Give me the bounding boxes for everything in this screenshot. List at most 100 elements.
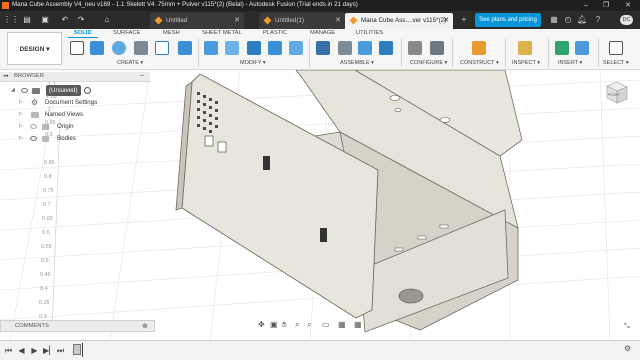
avatar[interactable]: DC bbox=[620, 15, 633, 25]
tab-sheet-metal[interactable]: SHEET METAL bbox=[202, 30, 242, 36]
timeline-back-icon[interactable]: ◀ bbox=[17, 345, 26, 356]
rigid-group-icon[interactable] bbox=[379, 41, 393, 55]
expand-arrow-icon[interactable]: ▷ bbox=[19, 121, 23, 132]
tab-plastic[interactable]: PLASTIC bbox=[263, 30, 287, 36]
file-menu-icon[interactable]: ▤ bbox=[20, 14, 34, 26]
zoom-icon[interactable]: ⌕ bbox=[295, 320, 299, 330]
viewcube[interactable]: FRONT bbox=[601, 78, 629, 106]
revolve-icon[interactable] bbox=[112, 41, 126, 55]
as-built-joint-icon[interactable] bbox=[358, 41, 372, 55]
fillet-icon[interactable] bbox=[225, 41, 239, 55]
tab-untitled-1[interactable]: Untitled(1) ✕ bbox=[259, 13, 345, 29]
tab-mana-cube-assembly[interactable]: Mana Cube Ass....ver v115*(2) ✕ bbox=[345, 13, 453, 29]
new-tab-icon[interactable]: + bbox=[458, 14, 470, 26]
pan-icon[interactable]: ✋︎ bbox=[282, 320, 287, 330]
construct-menu[interactable]: CONSTRUCT ▾ bbox=[460, 60, 499, 66]
pattern-icon[interactable] bbox=[155, 41, 169, 55]
minimize-button[interactable]: – bbox=[576, 0, 596, 11]
combine-icon[interactable] bbox=[289, 41, 303, 55]
insert-derive-icon[interactable] bbox=[555, 41, 569, 55]
visibility-icon[interactable] bbox=[21, 88, 28, 93]
timeline-forward-icon[interactable]: ▶▏ bbox=[43, 345, 55, 356]
grid-settings-icon[interactable]: ▦ bbox=[338, 320, 346, 329]
tab-manage[interactable]: MANAGE bbox=[310, 30, 335, 36]
see-plans-button[interactable]: See plans and pricing bbox=[475, 13, 541, 27]
new-component-icon[interactable] bbox=[316, 41, 330, 55]
redo-icon[interactable]: ↷ bbox=[74, 14, 88, 26]
assemble-menu[interactable]: ASSEMBLE ▾ bbox=[340, 60, 374, 66]
box-icon[interactable] bbox=[178, 41, 192, 55]
zoom-window-icon[interactable]: ⌕ bbox=[307, 320, 311, 330]
close-button[interactable]: ✕ bbox=[618, 0, 638, 11]
apps-grid-icon[interactable]: ⋮⋮ bbox=[3, 14, 19, 26]
comments-panel[interactable]: COMMENTS ⊕ bbox=[0, 320, 155, 332]
viewports-icon[interactable]: ▦ bbox=[354, 320, 362, 329]
activate-radio-icon[interactable] bbox=[84, 87, 91, 94]
visibility-icon[interactable] bbox=[30, 136, 37, 141]
extrude-icon[interactable] bbox=[90, 41, 104, 55]
insert-menu[interactable]: INSERT ▾ bbox=[558, 60, 582, 66]
save-icon[interactable]: ▣ bbox=[38, 14, 52, 26]
joint-icon[interactable] bbox=[338, 41, 352, 55]
timeline-feature-icon[interactable] bbox=[73, 344, 81, 355]
collapse-icon[interactable]: ◂◂ bbox=[3, 73, 8, 79]
minimize-panel-icon[interactable]: – bbox=[140, 72, 144, 79]
close-tab-icon[interactable]: ✕ bbox=[443, 13, 449, 29]
configure-menu[interactable]: CONFIGURE ▾ bbox=[410, 60, 447, 66]
tree-item-document-settings[interactable]: ▷ ⚙ Document Settings bbox=[0, 97, 150, 108]
select-cursor-icon[interactable] bbox=[609, 41, 623, 55]
viewcube-icon[interactable] bbox=[601, 78, 629, 106]
tree-item-label: Origin bbox=[57, 123, 74, 130]
tab-solid[interactable]: SOLID bbox=[74, 30, 92, 36]
insert-canvas-icon[interactable] bbox=[575, 41, 589, 55]
help-icon[interactable]: ? bbox=[592, 14, 604, 26]
tab-mesh[interactable]: MESH bbox=[163, 30, 180, 36]
expand-arrow-icon[interactable]: ▷ bbox=[19, 97, 23, 108]
select-menu[interactable]: SELECT ▾ bbox=[603, 60, 629, 66]
close-tab-icon[interactable]: ✕ bbox=[234, 13, 240, 29]
undo-icon[interactable]: ↶ bbox=[58, 14, 72, 26]
add-comment-icon[interactable]: ⊕ bbox=[142, 322, 148, 330]
browser-header[interactable]: ◂◂ BROWSER – bbox=[0, 72, 150, 82]
tab-utilities[interactable]: UTILITIES bbox=[356, 30, 383, 36]
hole-icon[interactable] bbox=[134, 41, 148, 55]
measure-icon[interactable] bbox=[518, 41, 532, 55]
offset-plane-icon[interactable] bbox=[472, 41, 486, 55]
tree-root[interactable]: ◢ (Unsaved) bbox=[0, 85, 150, 96]
job-status-icon[interactable]: ◴ bbox=[562, 14, 574, 26]
tree-item-origin[interactable]: ▷ Origin bbox=[0, 121, 150, 132]
press-pull-icon[interactable] bbox=[204, 41, 218, 55]
timeline-settings-icon[interactable]: ⚙ bbox=[624, 344, 631, 353]
look-at-icon[interactable]: ▣ bbox=[270, 320, 278, 329]
shell-icon[interactable] bbox=[268, 41, 282, 55]
inspect-label: INSPECT bbox=[512, 60, 536, 66]
create-menu[interactable]: CREATE ▾ bbox=[117, 60, 143, 66]
orbit-icon[interactable]: ✥ bbox=[258, 320, 265, 329]
workspace-switcher-button[interactable]: DESIGN ▾ bbox=[7, 32, 62, 65]
expand-viewport-icon[interactable]: ⤡ bbox=[624, 323, 630, 331]
configure-table-icon[interactable] bbox=[408, 41, 422, 55]
display-settings-icon[interactable]: ▭ bbox=[322, 320, 330, 329]
configure-rule-icon[interactable] bbox=[430, 41, 444, 55]
close-tab-icon[interactable]: ✕ bbox=[335, 13, 341, 29]
timeline-marker[interactable] bbox=[82, 343, 83, 357]
hidden-visibility-icon[interactable] bbox=[30, 124, 37, 129]
tree-item-named-views[interactable]: ▷ Named Views bbox=[0, 109, 150, 120]
create-sketch-icon[interactable] bbox=[70, 41, 84, 55]
expand-arrow-icon[interactable]: ▷ bbox=[19, 133, 23, 144]
expand-arrow-icon[interactable]: ▷ bbox=[19, 109, 23, 120]
timeline-start-icon[interactable]: ⏮ bbox=[4, 345, 13, 356]
notifications-icon[interactable]: 🔔︎ bbox=[576, 14, 588, 26]
inspect-menu[interactable]: INSPECT ▾ bbox=[512, 60, 540, 66]
restore-button[interactable]: ❐ bbox=[596, 0, 616, 11]
home-icon[interactable]: ⌂ bbox=[100, 14, 114, 26]
timeline-end-icon[interactable]: ⏭ bbox=[56, 345, 65, 356]
timeline-play-icon[interactable]: ▶ bbox=[30, 345, 39, 356]
tab-surface[interactable]: SURFACE bbox=[113, 30, 140, 36]
tree-item-bodies[interactable]: ▷ Bodies bbox=[0, 133, 150, 144]
chamfer-icon[interactable] bbox=[247, 41, 261, 55]
modify-menu[interactable]: MODIFY ▾ bbox=[240, 60, 266, 66]
expand-arrow-icon[interactable]: ◢ bbox=[11, 85, 15, 96]
extensions-icon[interactable]: ▦ bbox=[548, 14, 560, 26]
tab-untitled[interactable]: Untitled ✕ bbox=[150, 13, 244, 29]
